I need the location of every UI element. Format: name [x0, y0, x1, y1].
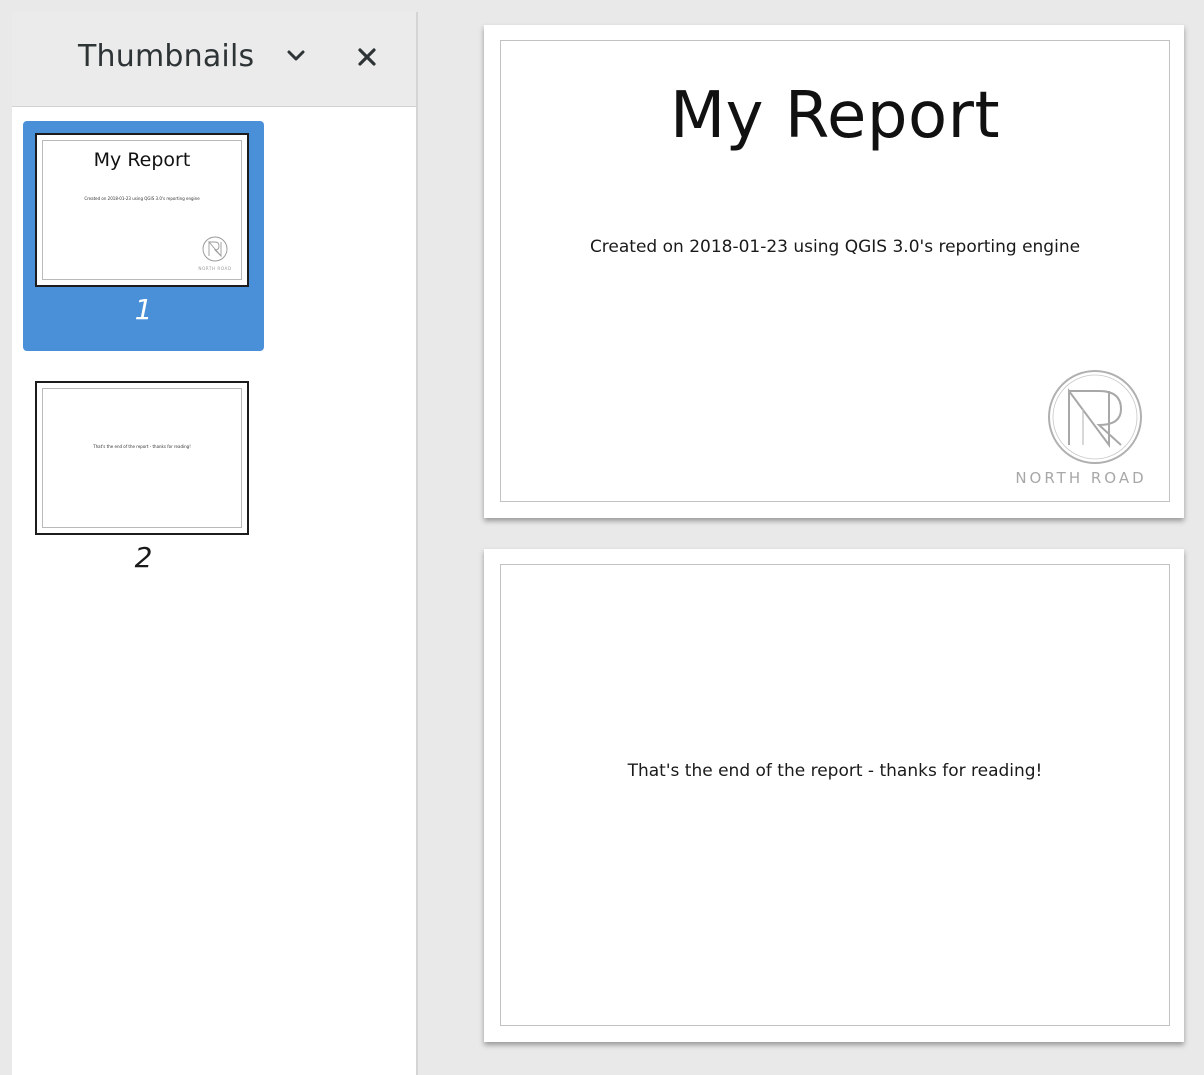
sidebar-title: Thumbnails — [78, 38, 255, 74]
document-page-1: My Report Created on 2018-01-23 using QG… — [484, 25, 1184, 518]
north-road-logo-icon: NORTH ROAD — [1011, 369, 1151, 487]
thumbnail-number: 2 — [134, 541, 153, 574]
report-title: My Report — [669, 79, 1001, 153]
thumbnail-frame: My Report Created on 2018-01-23 using QG… — [42, 140, 242, 280]
thumbnail-logo-text: NORTH ROAD — [198, 266, 231, 271]
thumbnails-sidebar: Thumbnails My Report Created on 2018-01-… — [12, 12, 416, 1075]
page-frame: That's the end of the report - thanks fo… — [500, 564, 1170, 1026]
sidebar-header: Thumbnails — [12, 12, 416, 107]
thumbnail-title: My Report — [93, 149, 191, 171]
thumbnail-preview: That's the end of the report - thanks fo… — [35, 381, 249, 535]
end-of-report-text: That's the end of the report - thanks fo… — [627, 761, 1043, 781]
close-sidebar-button[interactable] — [350, 42, 384, 76]
north-road-logo-icon: NORTH ROAD — [195, 233, 235, 273]
thumbnail-text: That's the end of the report - thanks fo… — [93, 444, 191, 449]
thumbnail-subtitle: Created on 2018-01-23 using QGIS 3.0's r… — [84, 196, 200, 201]
close-icon — [357, 47, 377, 71]
thumbnail-frame: That's the end of the report - thanks fo… — [42, 388, 242, 528]
thumbnails-dropdown-button[interactable]: Thumbnails — [78, 32, 308, 80]
page-frame: My Report Created on 2018-01-23 using QG… — [500, 40, 1170, 502]
document-page-2: That's the end of the report - thanks fo… — [484, 549, 1184, 1042]
logo-text: NORTH ROAD — [1015, 469, 1147, 487]
thumbnail-page-1[interactable]: My Report Created on 2018-01-23 using QG… — [23, 121, 264, 351]
thumbnail-preview: My Report Created on 2018-01-23 using QG… — [35, 133, 249, 287]
report-subtitle: Created on 2018-01-23 using QGIS 3.0's r… — [589, 237, 1081, 257]
chevron-down-icon — [284, 44, 308, 68]
thumbnail-number: 1 — [134, 293, 153, 326]
thumbnail-page-2[interactable]: That's the end of the report - thanks fo… — [23, 377, 264, 587]
sidebar-divider[interactable] — [416, 12, 418, 1075]
